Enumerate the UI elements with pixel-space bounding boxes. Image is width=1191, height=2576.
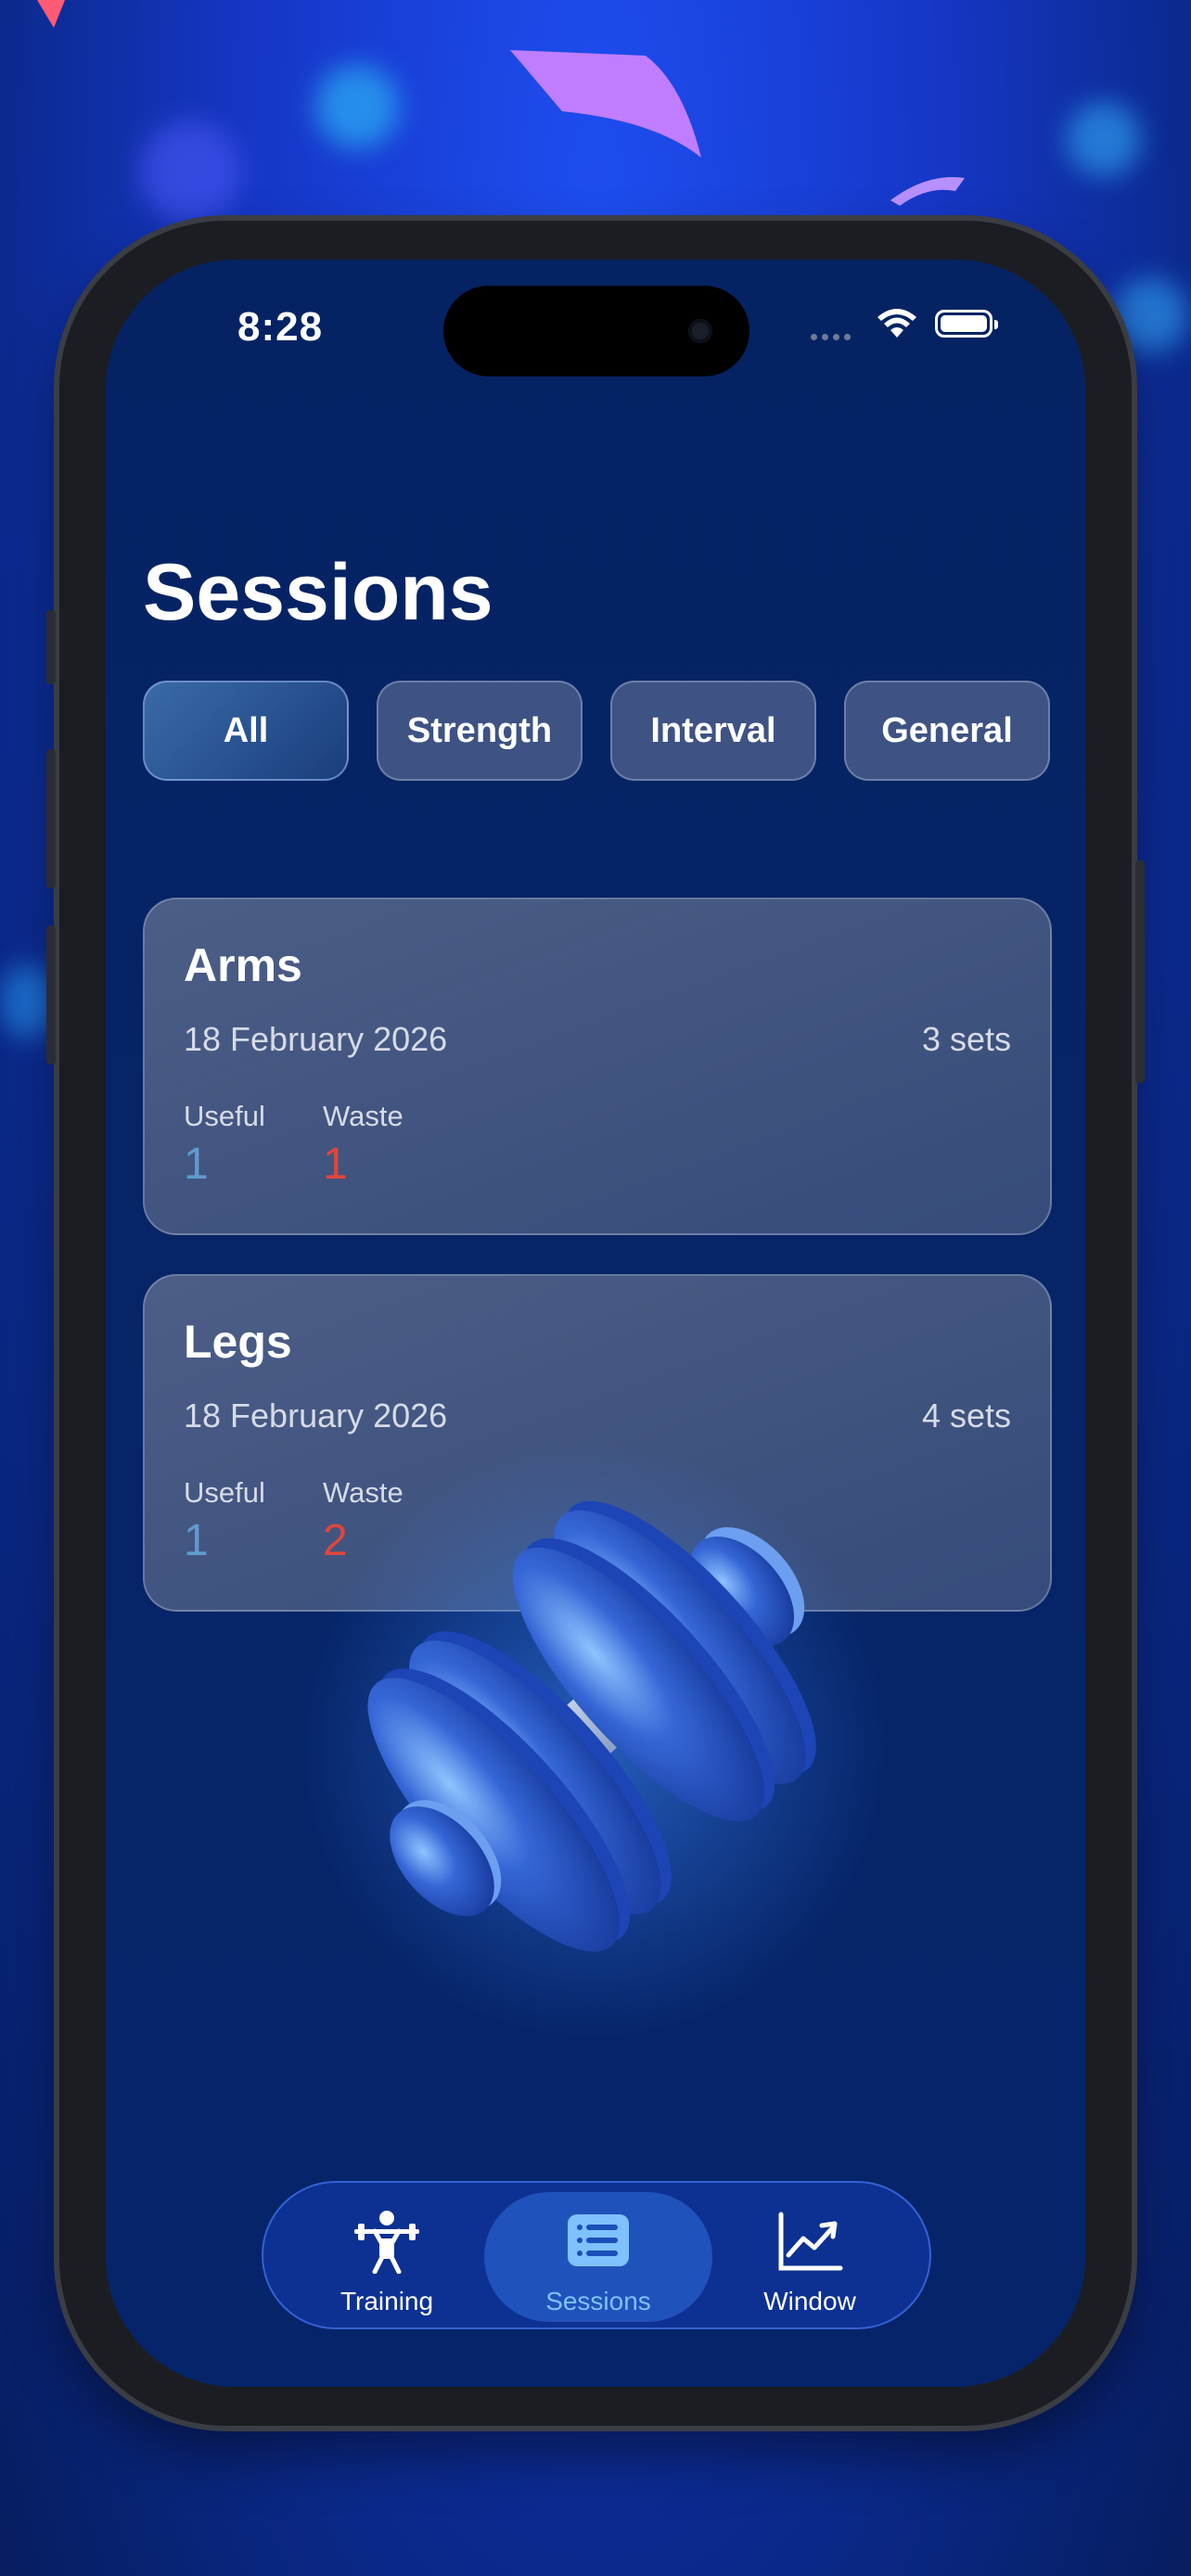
session-card[interactable]: Arms 18 February 2026 3 sets Useful Wast… bbox=[143, 898, 1052, 1235]
filter-chip-strength[interactable]: Strength bbox=[377, 681, 583, 781]
tab-label: Training bbox=[339, 2287, 434, 2315]
session-sets: 4 sets bbox=[921, 1396, 1011, 1435]
dynamic-island bbox=[443, 286, 749, 376]
confetti-piece bbox=[37, 0, 65, 28]
wifi-icon bbox=[877, 309, 916, 338]
session-sets: 3 sets bbox=[921, 1020, 1011, 1058]
cellular-signal-icon bbox=[811, 334, 851, 340]
tab-bar: Training Sessions Window bbox=[262, 2181, 931, 2329]
background-bokeh bbox=[139, 121, 241, 223]
useful-count: 1 bbox=[184, 1516, 209, 1565]
battery-icon bbox=[935, 310, 998, 338]
confetti-piece bbox=[890, 177, 965, 206]
filter-chip-general[interactable]: General bbox=[844, 681, 1050, 781]
useful-label: Useful bbox=[184, 1100, 265, 1132]
phone-frame: 8:28 Sessions All Strength Interval Gene… bbox=[46, 221, 1145, 2426]
weightlifter-icon bbox=[354, 2211, 419, 2274]
volume-up-button bbox=[46, 749, 56, 888]
waste-label: Waste bbox=[323, 1100, 403, 1132]
waste-count: 1 bbox=[323, 1140, 348, 1189]
useful-label: Useful bbox=[184, 1476, 265, 1509]
filter-chip-interval[interactable]: Interval bbox=[610, 681, 816, 781]
tab-label: Window bbox=[763, 2287, 856, 2315]
background-bokeh bbox=[1067, 102, 1141, 176]
filter-chip-all[interactable]: All bbox=[143, 681, 349, 781]
page-title: Sessions bbox=[143, 548, 493, 637]
chart-trend-icon bbox=[778, 2212, 843, 2271]
background-bokeh bbox=[315, 65, 399, 148]
tab-training[interactable]: Training bbox=[273, 2192, 501, 2322]
session-name: Arms bbox=[184, 939, 302, 991]
tab-label: Sessions bbox=[545, 2287, 651, 2315]
category-filter: All Strength Interval General bbox=[143, 681, 1050, 781]
session-date: 18 February 2026 bbox=[184, 1020, 448, 1058]
tab-sessions[interactable]: Sessions bbox=[484, 2192, 712, 2322]
status-bar: 8:28 bbox=[106, 260, 1085, 376]
status-time: 8:28 bbox=[237, 304, 324, 350]
action-button bbox=[46, 610, 56, 684]
volume-down-button bbox=[46, 925, 56, 1065]
confetti-piece bbox=[510, 50, 701, 158]
useful-count: 1 bbox=[184, 1140, 209, 1189]
app-screen: 8:28 Sessions All Strength Interval Gene… bbox=[106, 260, 1085, 2387]
power-button bbox=[1135, 861, 1145, 1083]
dumbbell-illustration bbox=[297, 1447, 890, 2040]
list-icon bbox=[568, 2214, 629, 2266]
front-camera-icon bbox=[688, 319, 712, 343]
session-name: Legs bbox=[184, 1316, 292, 1368]
tab-window[interactable]: Window bbox=[696, 2192, 924, 2322]
